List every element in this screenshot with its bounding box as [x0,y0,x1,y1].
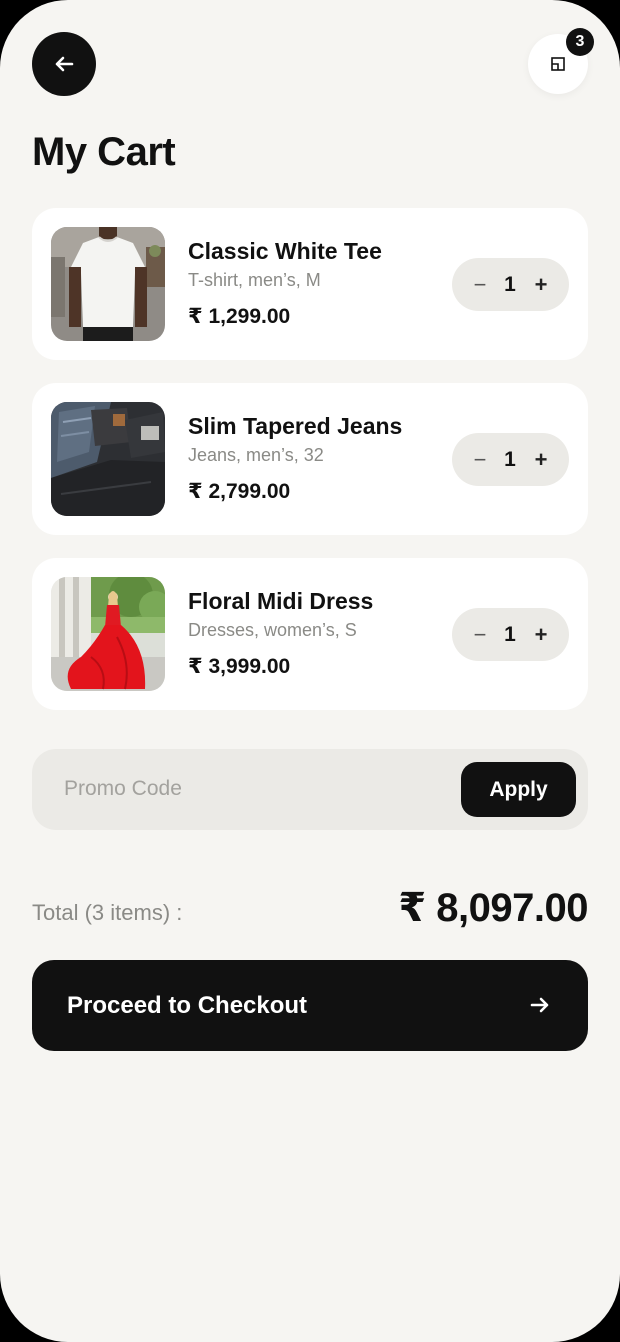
increase-quantity-button[interactable]: + [523,258,559,311]
increase-quantity-button[interactable]: + [523,433,559,486]
quantity-value: 1 [504,272,516,296]
back-button[interactable] [32,32,96,96]
folded-jeans-photo[interactable] [51,402,165,516]
arrow-right-icon [530,997,549,1013]
cart-screen: 3 My Cart Classic White Tee T-shirt, men… [0,0,620,1342]
decrease-quantity-button[interactable]: − [462,433,498,486]
decrease-quantity-button[interactable]: − [462,258,498,311]
white-tshirt-photo[interactable] [51,227,165,341]
cart-item: Classic White Tee T-shirt, men’s, M ₹ 1,… [32,208,588,360]
cart-item: Slim Tapered Jeans Jeans, men’s, 32 ₹ 2,… [32,383,588,535]
quantity-stepper: − 1 + [452,433,569,486]
quantity-stepper: − 1 + [452,608,569,661]
item-price: ₹ 2,799.00 [188,480,291,503]
quantity-value: 1 [504,622,516,646]
cart-item: Floral Midi Dress Dresses, women’s, S ₹ … [32,558,588,710]
proceed-to-checkout-button[interactable]: Proceed to Checkout [32,960,588,1051]
total-value: ₹ 8,097.00 [398,886,588,930]
page-title: My Cart [32,130,176,174]
total-label: Total (3 items) : [32,900,183,925]
quantity-stepper: − 1 + [452,258,569,311]
promo-code-bar: Apply [32,749,588,830]
item-name[interactable]: Classic White Tee [188,238,382,265]
increase-quantity-button[interactable]: + [523,608,559,661]
item-description: T-shirt, men’s, M [188,270,321,290]
item-description: Dresses, women’s, S [188,620,357,640]
cart-count-badge: 3 [566,28,594,56]
apply-promo-button[interactable]: Apply [461,762,576,817]
cart-bag-icon [551,57,565,71]
red-dress-photo[interactable] [51,577,165,691]
decrease-quantity-button[interactable]: − [462,608,498,661]
item-price: ₹ 1,299.00 [188,305,291,328]
item-name[interactable]: Floral Midi Dress [188,588,373,615]
arrow-left-icon [55,56,74,72]
item-description: Jeans, men’s, 32 [188,445,324,465]
checkout-button-label: Proceed to Checkout [67,991,308,1019]
quantity-value: 1 [504,447,516,471]
item-price: ₹ 3,999.00 [188,655,291,678]
promo-code-input[interactable] [52,763,432,815]
item-name[interactable]: Slim Tapered Jeans [188,413,402,440]
